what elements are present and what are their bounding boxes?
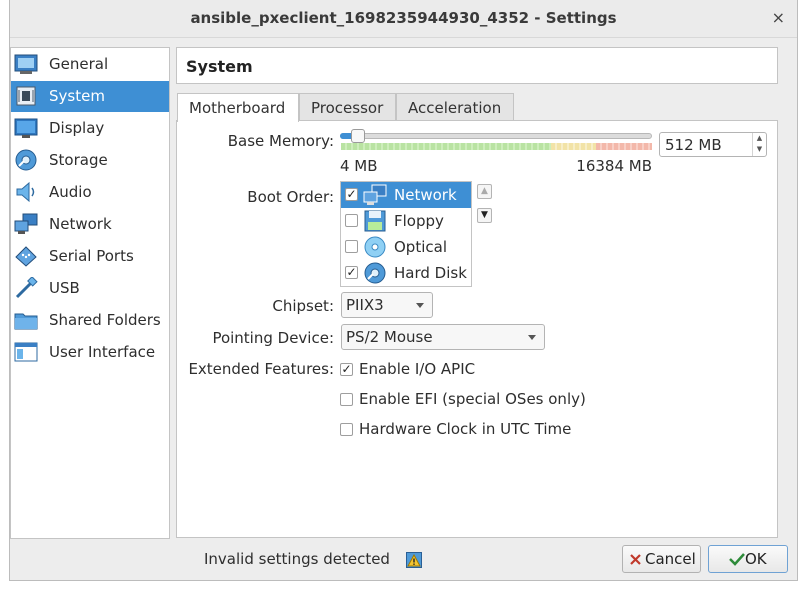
spin-down-icon[interactable]: ▼ [753, 144, 766, 155]
boot-item-label: Floppy [394, 212, 444, 230]
sidebar-item-display[interactable]: Display [11, 113, 169, 144]
boot-order-list: ✓ Network Floppy Optical ✓ Hard Disk [340, 181, 472, 287]
boot-item-label: Optical [394, 238, 447, 256]
io-apic-checkbox[interactable]: ✓ [340, 363, 353, 376]
boot-item-label: Hard Disk [394, 264, 467, 282]
boot-item-optical[interactable]: Optical [341, 234, 471, 260]
utc-clock-label[interactable]: Hardware Clock in UTC Time [359, 420, 571, 438]
network-boot-icon [363, 184, 387, 205]
sidebar-item-user-interface[interactable]: User Interface [11, 337, 169, 368]
sidebar-item-audio[interactable]: Audio [11, 177, 169, 208]
status-message: Invalid settings detected [204, 550, 390, 568]
sidebar-item-network[interactable]: Network [11, 209, 169, 240]
boot-item-network[interactable]: ✓ Network [341, 182, 471, 208]
sidebar-item-label: User Interface [49, 343, 156, 361]
ok-label: OK [745, 550, 767, 568]
chipset-value: PIIX3 [346, 296, 384, 314]
audio-icon [16, 181, 35, 203]
close-icon[interactable]: × [772, 8, 785, 27]
memory-max-label: 16384 MB [576, 157, 652, 175]
window-title: ansible_pxeclient_1698235944930_4352 - S… [190, 9, 617, 27]
sidebar-item-label: Network [49, 215, 112, 233]
settings-sidebar: General System Display Storage Audio Net… [10, 47, 170, 539]
general-icon [14, 54, 38, 74]
cancel-button[interactable]: Cancel [622, 545, 701, 573]
sidebar-item-label: USB [49, 279, 80, 297]
sidebar-item-label: Shared Folders [49, 311, 161, 329]
sidebar-item-label: System [49, 87, 105, 105]
shared-folders-icon [14, 313, 38, 330]
move-down-icon[interactable]: ▼ [477, 208, 492, 223]
tab-acceleration[interactable]: Acceleration [396, 93, 514, 121]
optical-icon [364, 236, 386, 258]
boot-order-label: Boot Order: [247, 188, 334, 206]
network-icon [14, 213, 38, 234]
sidebar-item-label: Storage [49, 151, 108, 169]
sidebar-item-shared-folders[interactable]: Shared Folders [11, 305, 169, 336]
io-apic-label[interactable]: Enable I/O APIC [359, 360, 475, 378]
tab-motherboard[interactable]: Motherboard [177, 93, 299, 122]
sidebar-item-label: Serial Ports [49, 247, 134, 265]
chevron-down-icon [416, 303, 424, 308]
sidebar-item-system[interactable]: System [11, 81, 169, 112]
base-memory-label: Base Memory: [227, 132, 334, 150]
efi-label[interactable]: Enable EFI (special OSes only) [359, 390, 586, 408]
floppy-icon [364, 210, 386, 232]
tab-processor[interactable]: Processor [299, 93, 396, 121]
pointing-device-value: PS/2 Mouse [346, 328, 433, 346]
ok-icon [729, 553, 745, 566]
sidebar-item-storage[interactable]: Storage [11, 145, 169, 176]
chevron-down-icon [528, 335, 536, 340]
chipset-label: Chipset: [272, 297, 334, 315]
memory-slider-groove[interactable] [340, 133, 652, 139]
boot-item-floppy[interactable]: Floppy [341, 208, 471, 234]
chipset-select[interactable]: PIIX3 [341, 292, 433, 318]
warning-icon[interactable] [406, 552, 422, 568]
move-up-icon[interactable]: ▲ [477, 184, 492, 199]
pointing-device-label: Pointing Device: [212, 329, 334, 347]
sidebar-item-usb[interactable]: USB [11, 273, 169, 304]
sidebar-item-label: Audio [49, 183, 92, 201]
boot-item-label: Network [394, 186, 457, 204]
spin-arrows[interactable]: ▲ ▼ [752, 133, 766, 156]
memory-min-label: 4 MB [340, 157, 378, 175]
memory-slider-handle[interactable] [351, 129, 366, 143]
extended-features-label: Extended Features: [188, 360, 334, 378]
sidebar-item-label: Display [49, 119, 105, 137]
utc-clock-checkbox[interactable] [340, 423, 353, 436]
sidebar-item-serial-ports[interactable]: Serial Ports [11, 241, 169, 272]
title-bar[interactable]: ansible_pxeclient_1698235944930_4352 - S… [10, 0, 797, 38]
memory-scale-bar [341, 143, 652, 150]
sidebar-item-label: General [49, 55, 109, 73]
serial-ports-icon [15, 246, 37, 267]
boot-checkbox[interactable] [345, 240, 358, 253]
hard-disk-icon [364, 262, 386, 284]
efi-checkbox[interactable] [340, 393, 353, 406]
usb-icon [15, 277, 38, 299]
boot-checkbox[interactable]: ✓ [345, 266, 358, 279]
base-memory-spinbox[interactable]: 512 MB ▲ ▼ [659, 132, 767, 157]
pointing-device-select[interactable]: PS/2 Mouse [341, 324, 545, 350]
cancel-icon [630, 554, 641, 565]
sidebar-item-general[interactable]: General [11, 49, 169, 80]
page-title: System [186, 57, 253, 76]
boot-checkbox[interactable]: ✓ [345, 188, 358, 201]
cancel-label: Cancel [645, 550, 696, 568]
page-header: System [176, 47, 778, 84]
storage-icon [15, 149, 37, 171]
display-icon [14, 118, 38, 138]
boot-item-hard-disk[interactable]: ✓ Hard Disk [341, 260, 471, 286]
spin-up-icon[interactable]: ▲ [753, 133, 766, 144]
ok-button[interactable]: OK [708, 545, 788, 573]
boot-checkbox[interactable] [345, 214, 358, 227]
base-memory-value: 512 MB [665, 136, 722, 154]
system-icon [16, 86, 36, 106]
user-interface-icon [14, 342, 38, 362]
